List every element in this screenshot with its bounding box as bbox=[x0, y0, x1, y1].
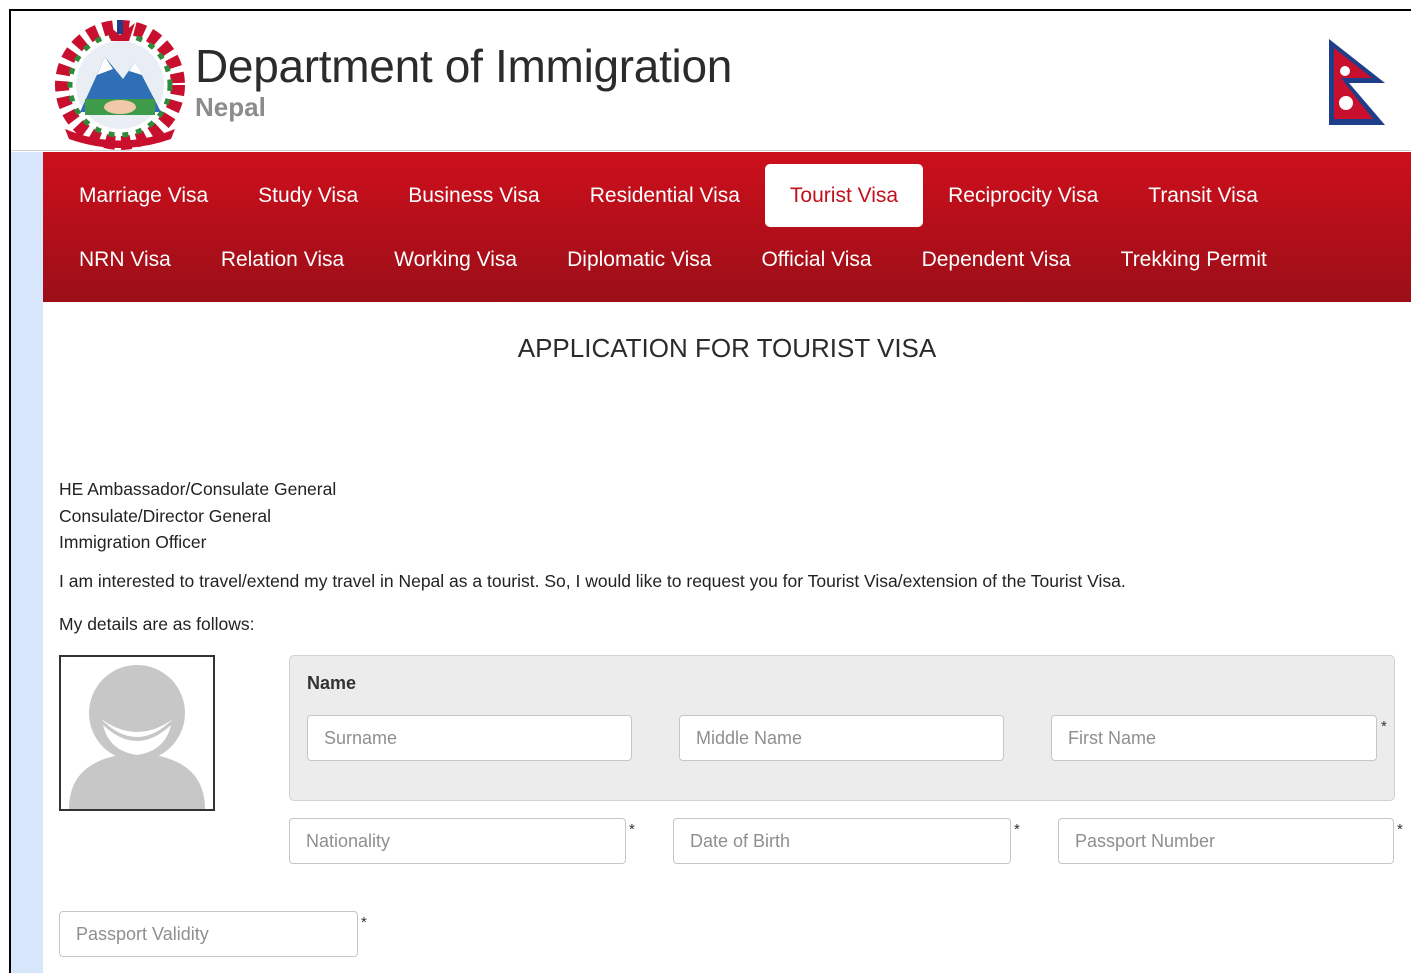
nav-relation-visa[interactable]: Relation Visa bbox=[196, 228, 369, 291]
site-subtitle: Nepal bbox=[195, 92, 266, 122]
nav-reciprocity-visa[interactable]: Reciprocity Visa bbox=[923, 164, 1123, 227]
nav-working-visa[interactable]: Working Visa bbox=[369, 228, 542, 291]
nav-row-1: Marriage Visa Study Visa Business Visa R… bbox=[54, 164, 1283, 227]
nav-nrn-visa[interactable]: NRN Visa bbox=[54, 228, 196, 291]
page-title: APPLICATION FOR TOURIST VISA bbox=[517, 333, 937, 363]
request-text: I am interested to travel/extend my trav… bbox=[59, 571, 1126, 591]
required-mark: * bbox=[1397, 821, 1403, 838]
nav-tourist-visa[interactable]: Tourist Visa bbox=[764, 164, 924, 227]
nepal-flag-icon bbox=[1329, 39, 1385, 125]
visa-navigation: Marriage Visa Study Visa Business Visa R… bbox=[43, 152, 1411, 302]
nav-transit-visa[interactable]: Transit Visa bbox=[1123, 164, 1283, 227]
nav-diplomatic-visa[interactable]: Diplomatic Visa bbox=[542, 228, 736, 291]
nav-official-visa[interactable]: Official Visa bbox=[736, 228, 896, 291]
site-header: Department of Immigration Nepal bbox=[11, 11, 1411, 151]
passport-validity-input[interactable] bbox=[59, 911, 358, 957]
required-mark: * bbox=[1014, 821, 1020, 838]
nepal-emblem-logo bbox=[55, 20, 185, 150]
addressee-line: Consulate/Director General bbox=[59, 505, 272, 526]
avatar-placeholder-icon bbox=[69, 665, 205, 809]
nav-residential-visa[interactable]: Residential Visa bbox=[565, 164, 765, 227]
required-mark: * bbox=[629, 821, 635, 838]
nav-study-visa[interactable]: Study Visa bbox=[233, 164, 383, 227]
required-mark: * bbox=[361, 914, 367, 931]
addressee-line: Immigration Officer bbox=[59, 532, 207, 552]
date-of-birth-input[interactable] bbox=[673, 818, 1011, 864]
name-label: Name bbox=[307, 673, 357, 693]
passport-number-input[interactable] bbox=[1058, 818, 1394, 864]
details-intro: My details are as follows: bbox=[59, 614, 255, 634]
addressee-line: HE Ambassador/Consulate General bbox=[59, 479, 337, 499]
middle-name-input[interactable] bbox=[679, 715, 1004, 761]
nationality-input[interactable] bbox=[289, 818, 626, 864]
surname-input[interactable] bbox=[307, 715, 632, 761]
applicant-photo-placeholder[interactable] bbox=[59, 655, 215, 811]
nav-marriage-visa[interactable]: Marriage Visa bbox=[54, 164, 233, 227]
nav-dependent-visa[interactable]: Dependent Visa bbox=[897, 228, 1096, 291]
page-frame: Department of Immigration Nepal Marriage… bbox=[0, 0, 1411, 973]
site-title: Department of Immigration bbox=[195, 40, 733, 92]
left-side-stripe bbox=[11, 152, 43, 973]
required-mark: * bbox=[1381, 718, 1387, 735]
nav-business-visa[interactable]: Business Visa bbox=[383, 164, 565, 227]
addressee-block: HE Ambassador/Consulate General Consulat… bbox=[59, 476, 336, 556]
nav-row-2: NRN Visa Relation Visa Working Visa Dipl… bbox=[54, 228, 1292, 291]
nav-trekking-permit[interactable]: Trekking Permit bbox=[1096, 228, 1292, 291]
first-name-input[interactable] bbox=[1051, 715, 1377, 761]
